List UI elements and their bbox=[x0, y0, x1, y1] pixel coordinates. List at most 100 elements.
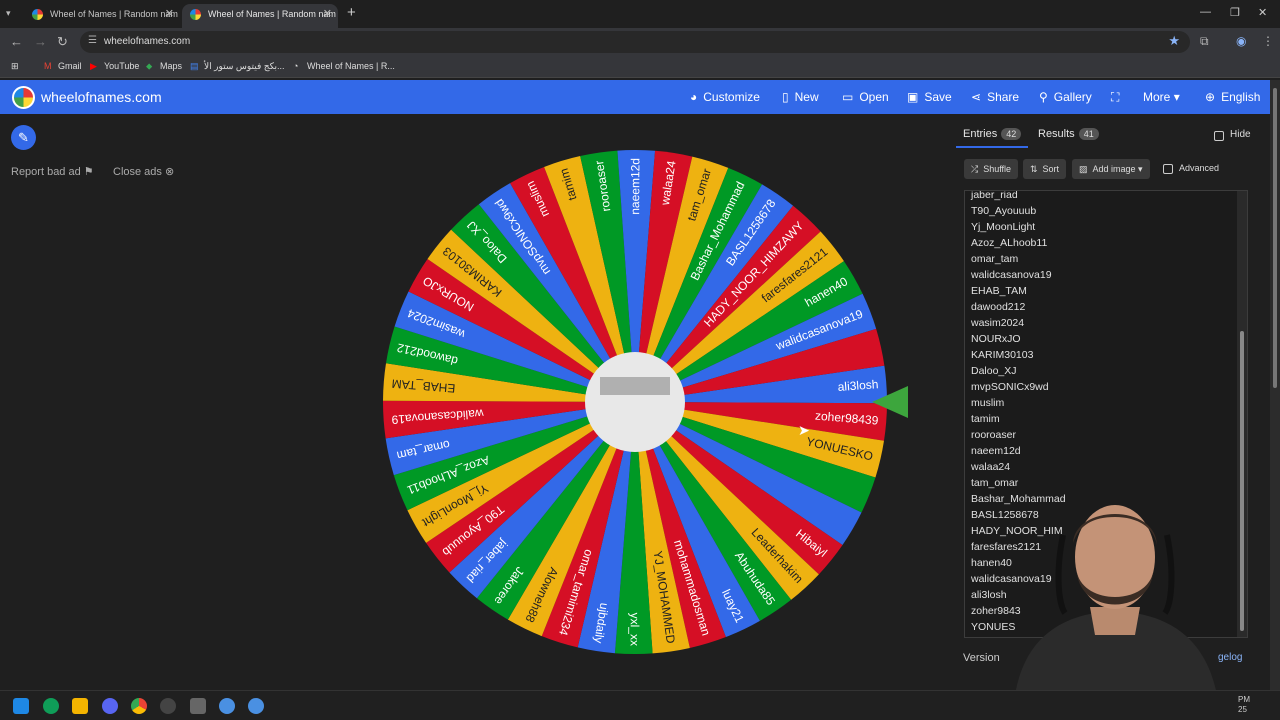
menu-label: Gallery bbox=[1053, 90, 1092, 104]
language-button[interactable]: ⊕ English bbox=[1205, 90, 1260, 104]
save-button[interactable]: ▣ Save bbox=[907, 90, 952, 104]
extensions-icon[interactable]: ⧉ bbox=[1200, 34, 1209, 49]
entry-line: dawood212 bbox=[971, 301, 1026, 313]
close-tab-icon[interactable]: ✕ bbox=[323, 4, 332, 24]
menu-label: Save bbox=[924, 90, 952, 104]
hide-label: Hide bbox=[1230, 129, 1251, 140]
page-scrollbar[interactable] bbox=[1270, 80, 1280, 690]
app-icon[interactable] bbox=[219, 698, 235, 714]
entry-line: muslim bbox=[971, 397, 1005, 409]
entries-count-badge: 42 bbox=[1001, 128, 1022, 140]
taskbar: PM 25 bbox=[0, 690, 1280, 720]
photos-icon[interactable] bbox=[190, 698, 206, 714]
button-label: Shuffle bbox=[983, 164, 1012, 174]
clock-ampm: PM bbox=[1238, 695, 1250, 704]
close-tab-icon[interactable]: ✕ bbox=[165, 4, 174, 24]
gmail-icon: M bbox=[44, 61, 52, 71]
entry-line: rooroaser bbox=[971, 429, 1016, 441]
wheel-center-hub[interactable] bbox=[585, 352, 685, 452]
edit-pencil-icon[interactable]: ✎ bbox=[11, 125, 36, 150]
wheel-favicon-icon bbox=[32, 9, 43, 20]
bookmark-label: Maps bbox=[160, 61, 183, 71]
windows-start-icon[interactable] bbox=[13, 698, 29, 714]
palette-icon: ◕ bbox=[690, 90, 698, 104]
entry-line: tamim bbox=[971, 413, 1000, 425]
discord-icon[interactable] bbox=[102, 698, 118, 714]
bookmark-maps[interactable]: ⬥ Maps bbox=[146, 61, 182, 72]
left-panel: ✎ Report bad ad ⚑ Close ads ⊗ bbox=[0, 114, 300, 694]
wheel-svg[interactable]: ali3loshzoher98439YONUESKOHibaiylLeaderh… bbox=[383, 150, 887, 654]
menu-label: Customize bbox=[703, 90, 760, 104]
report-ad-link[interactable]: Report bad ad ⚑ bbox=[11, 165, 94, 178]
file-icon: ▯ bbox=[782, 90, 789, 104]
apps-grid-icon[interactable]: ⊞ bbox=[11, 61, 19, 72]
sort-icon: ⇅ bbox=[1030, 164, 1038, 174]
bookmark-youtube[interactable]: ▶ YouTube bbox=[90, 61, 139, 72]
active-tab-indicator bbox=[956, 146, 1028, 148]
wheel-favicon-icon bbox=[190, 9, 201, 20]
site-name[interactable]: wheelofnames.com bbox=[41, 89, 162, 105]
wheel[interactable]: ali3losh zoher98439 YONUESKO Hibaiyl Leaderh… bbox=[383, 150, 887, 654]
customize-button[interactable]: ◕ Customize bbox=[690, 90, 760, 104]
new-button[interactable]: ▯ New bbox=[782, 90, 819, 104]
entry-line: NOURxJO bbox=[971, 333, 1021, 345]
browser-menu-icon[interactable]: ⋮ bbox=[1262, 34, 1274, 48]
more-button[interactable]: More ▾ bbox=[1143, 90, 1180, 104]
new-tab-plus-icon[interactable]: + bbox=[347, 4, 356, 21]
entry-line: T90_Ayouuub bbox=[971, 205, 1037, 217]
forward-arrow-icon[interactable]: → bbox=[34, 34, 47, 49]
add-image-button[interactable]: ▨ Add image ▾ bbox=[1072, 159, 1150, 179]
entry-line: naeem12d bbox=[971, 445, 1021, 457]
maximize-icon[interactable]: ❐ bbox=[1230, 6, 1240, 19]
save-icon: ▣ bbox=[907, 90, 919, 104]
app-icon[interactable] bbox=[248, 698, 264, 714]
shuffle-button[interactable]: ⤮ Shuffle bbox=[964, 159, 1019, 179]
browser-tab-active[interactable]: Wheel of Names | Random nam ✕ bbox=[182, 4, 338, 28]
reload-icon[interactable]: ↻ bbox=[57, 34, 68, 50]
url-input[interactable]: ☰ wheelofnames.com ★ bbox=[80, 31, 1190, 53]
advanced-checkbox[interactable] bbox=[1163, 164, 1173, 174]
clock-date: 25 bbox=[1238, 705, 1247, 714]
open-button[interactable]: ▭ Open bbox=[842, 90, 889, 104]
button-label: Add image bbox=[1092, 164, 1136, 174]
tab-search-chevron-icon[interactable]: ▾ bbox=[6, 8, 11, 19]
site-logo-icon[interactable] bbox=[12, 86, 35, 109]
share-button[interactable]: ⋖ Share bbox=[971, 90, 1019, 104]
tab-title: Wheel of Names | Random nam bbox=[208, 9, 336, 19]
results-count-badge: 41 bbox=[1078, 128, 1099, 140]
globe-icon: ⊕ bbox=[1205, 90, 1216, 104]
tab-entries[interactable]: Entries 42 bbox=[963, 128, 1022, 140]
shuffle-icon: ⤮ bbox=[971, 164, 979, 174]
obs-icon[interactable] bbox=[160, 698, 176, 714]
site-info-icon[interactable]: ☰ bbox=[88, 35, 97, 46]
streamer-figure bbox=[1015, 505, 1217, 695]
profile-icon[interactable]: ◉ bbox=[1236, 34, 1246, 48]
gallery-button[interactable]: ⚲ Gallery bbox=[1039, 90, 1092, 104]
bookmark-star-icon[interactable]: ★ bbox=[1168, 33, 1180, 49]
minimize-icon[interactable]: — bbox=[1200, 6, 1211, 18]
back-arrow-icon[interactable]: ← bbox=[10, 34, 23, 49]
tab-results[interactable]: Results 41 bbox=[1038, 128, 1099, 140]
file-explorer-icon[interactable] bbox=[72, 698, 88, 714]
webcam-overlay bbox=[985, 495, 1245, 695]
chrome-icon[interactable] bbox=[131, 698, 147, 714]
browser-tab[interactable]: Wheel of Names | Random nam ✕ bbox=[24, 4, 180, 28]
close-ads-link[interactable]: Close ads ⊗ bbox=[113, 165, 174, 178]
sort-button[interactable]: ⇅ Sort bbox=[1023, 159, 1067, 179]
bookmark-wheel[interactable]: ◔ Wheel of Names | R... bbox=[293, 61, 395, 71]
hide-checkbox[interactable] bbox=[1214, 131, 1224, 141]
page-scroll-thumb[interactable] bbox=[1273, 88, 1277, 388]
menu-label: English bbox=[1221, 90, 1261, 104]
bookmark-gmail[interactable]: M Gmail bbox=[44, 61, 82, 71]
edge-icon[interactable] bbox=[43, 698, 59, 714]
search-icon: ⚲ bbox=[1039, 90, 1048, 104]
mouse-cursor-icon: ➤ bbox=[798, 422, 810, 438]
close-window-icon[interactable]: ✕ bbox=[1258, 6, 1267, 19]
share-icon: ⋖ bbox=[971, 90, 982, 104]
report-ad-label: Report bad ad bbox=[11, 166, 81, 178]
menu-label: New bbox=[794, 90, 819, 104]
bookmark-store[interactable]: ▤ بكج فيتوس ستور الأ... bbox=[190, 61, 285, 72]
clock[interactable]: PM 25 bbox=[1238, 695, 1250, 715]
fullscreen-icon[interactable]: ⛶ bbox=[1111, 90, 1119, 105]
menu-label: More bbox=[1143, 90, 1171, 104]
